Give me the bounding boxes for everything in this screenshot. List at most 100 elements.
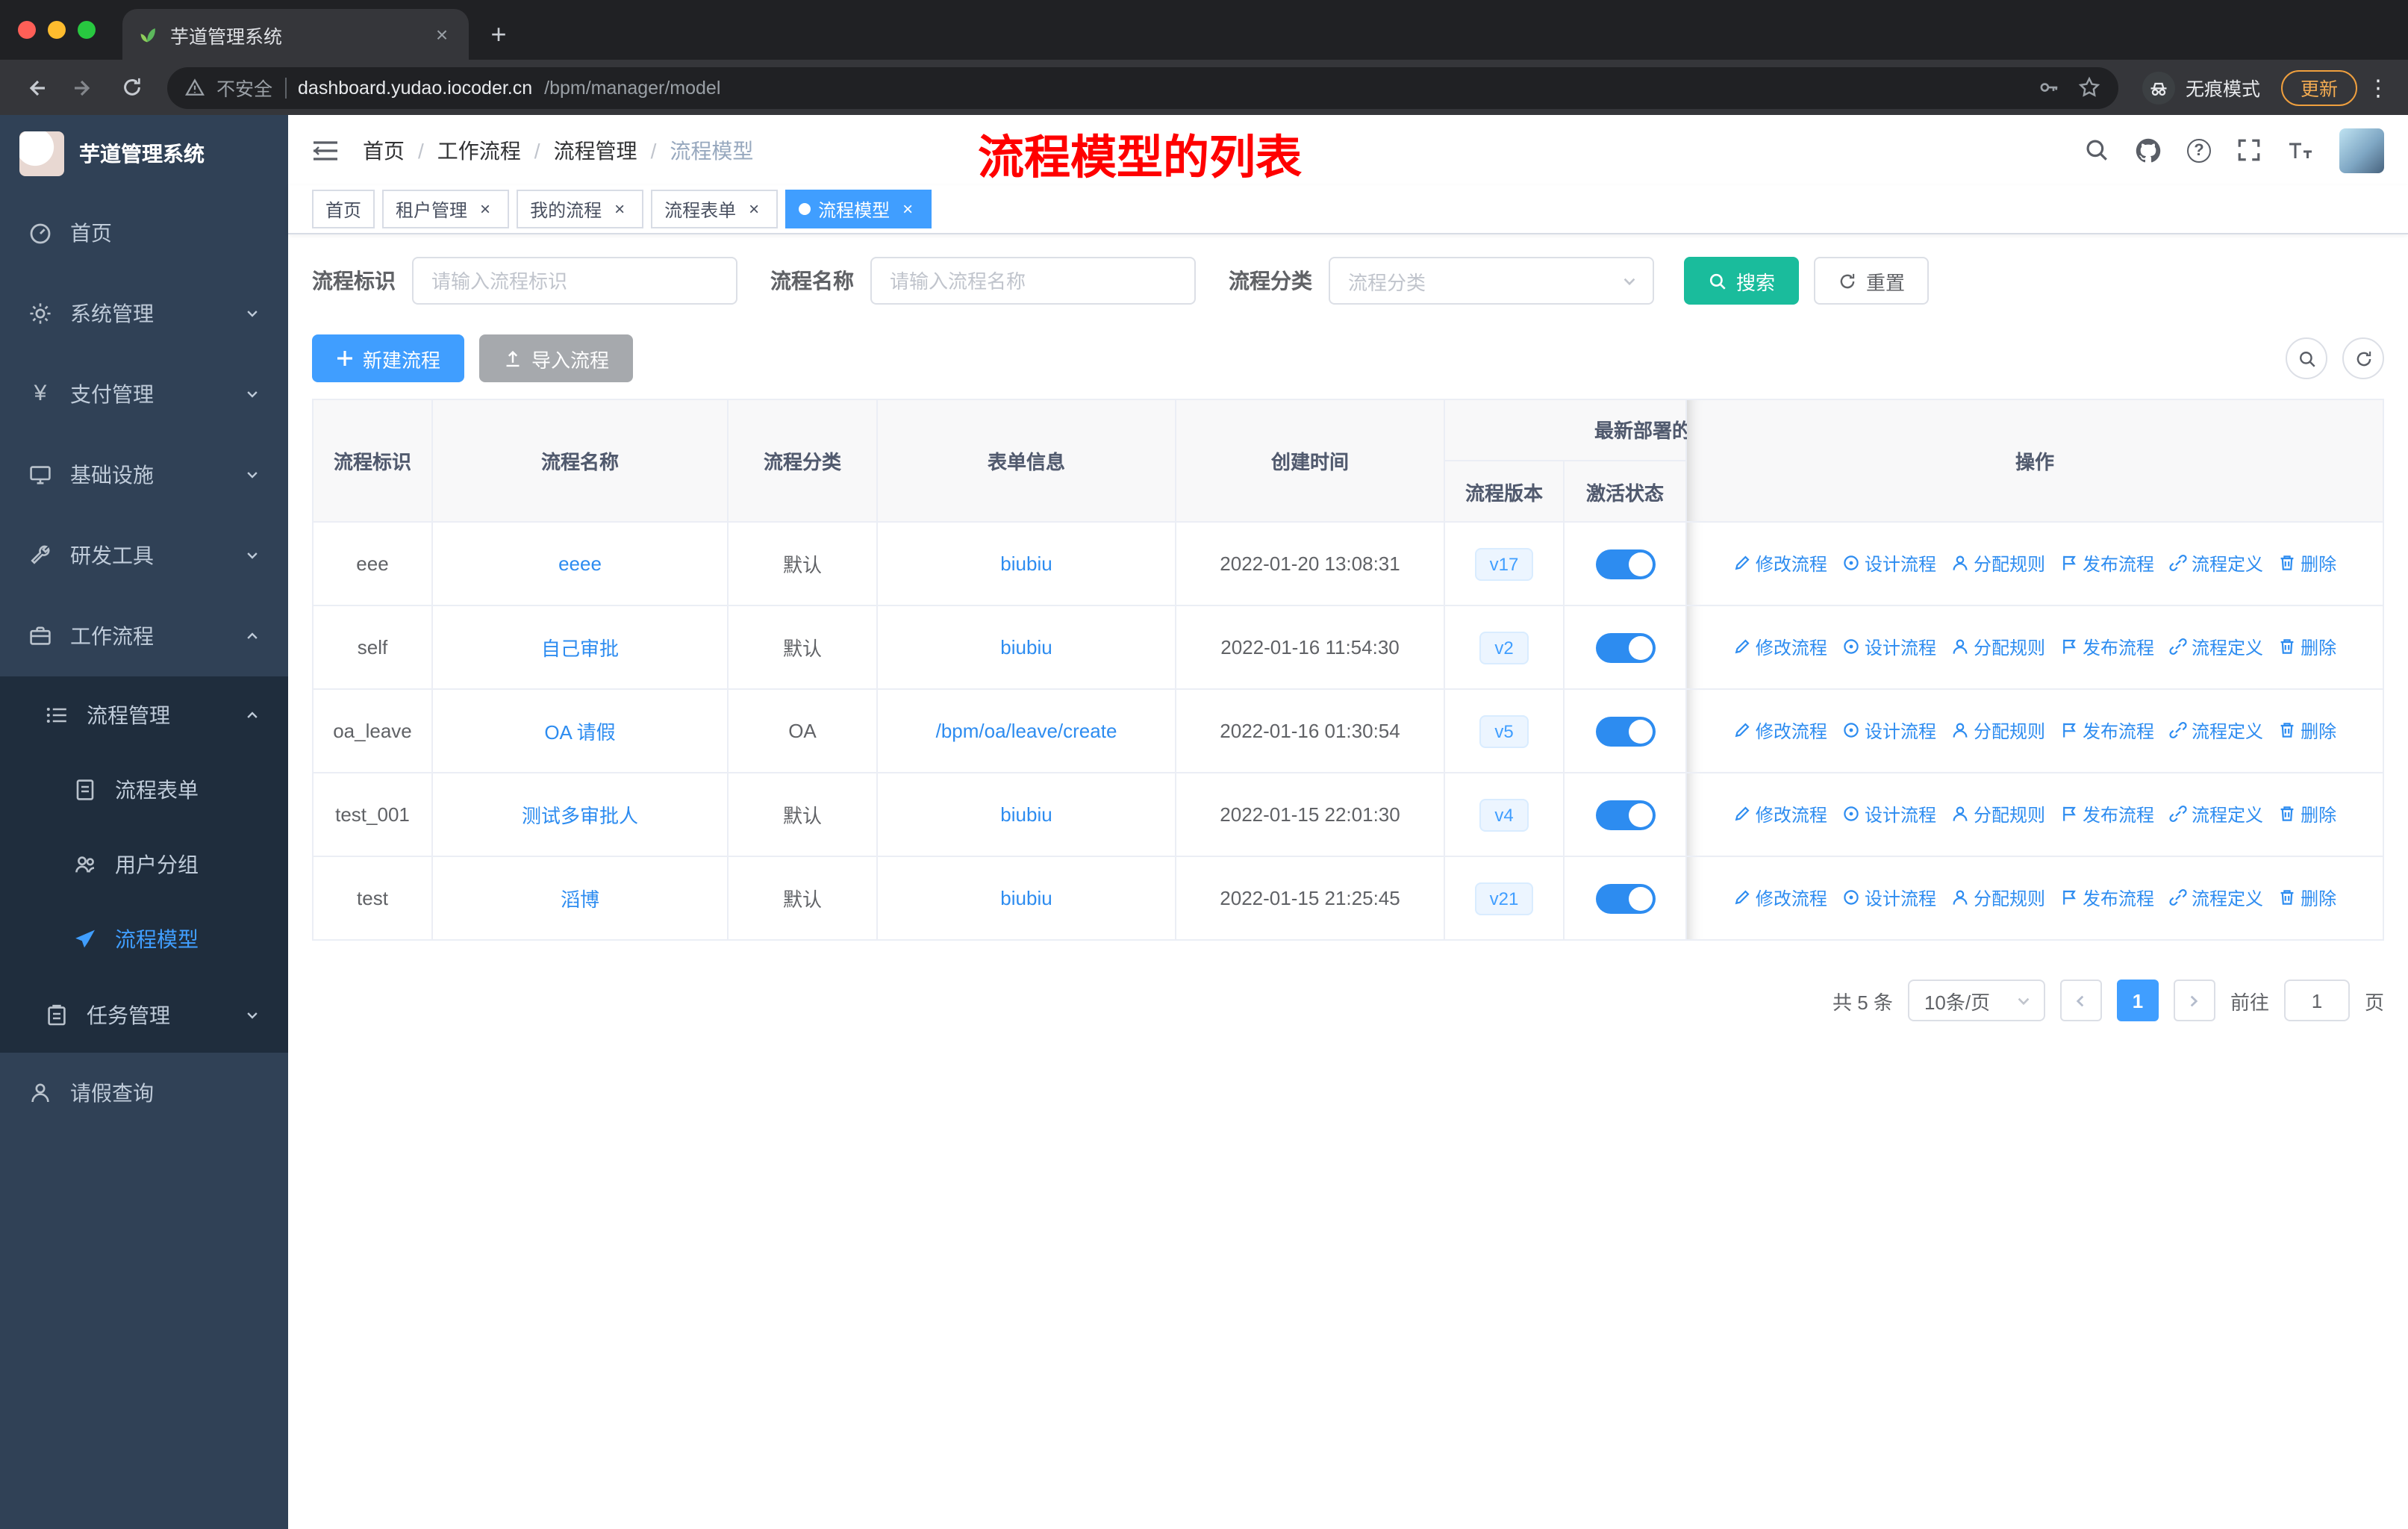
action-publish-process[interactable]: 发布流程 — [2060, 635, 2154, 660]
create-process-button[interactable]: 新建流程 — [312, 334, 465, 382]
bookmark-star-icon[interactable] — [2078, 76, 2100, 99]
sidebar-item-system[interactable]: 系统管理 — [0, 273, 288, 354]
action-design-process[interactable]: 设计流程 — [1842, 635, 1936, 660]
action-publish-process[interactable]: 发布流程 — [2060, 802, 2154, 827]
next-page-button[interactable] — [2173, 980, 2215, 1021]
action-publish-process[interactable]: 发布流程 — [2060, 885, 2154, 911]
action-assign-rule[interactable]: 分配规则 — [1951, 718, 2045, 744]
process-name-link[interactable]: eeee — [558, 552, 602, 575]
active-toggle[interactable] — [1595, 632, 1655, 662]
user-avatar[interactable] — [2339, 128, 2384, 172]
search-button[interactable]: 搜索 — [1684, 257, 1800, 305]
tag-process-form[interactable]: 流程表单 × — [651, 190, 779, 228]
process-name-link[interactable]: 测试多审批人 — [522, 805, 638, 827]
breadcrumb-item-home[interactable]: 首页 — [363, 135, 437, 165]
show-search-button[interactable] — [2286, 337, 2327, 379]
action-process-definition[interactable]: 流程定义 — [2169, 551, 2263, 576]
action-design-process[interactable]: 设计流程 — [1842, 885, 1936, 911]
close-icon[interactable]: × — [475, 199, 496, 219]
page-size-select[interactable]: 10条/页 — [1907, 980, 2045, 1021]
security-label[interactable]: 不安全 — [216, 73, 272, 102]
browser-menu-icon[interactable]: ⋮ — [2363, 74, 2393, 101]
key-icon[interactable] — [2038, 76, 2060, 99]
search-icon[interactable] — [2084, 137, 2109, 163]
process-name-link[interactable]: 滔博 — [561, 888, 599, 911]
action-delete[interactable]: 删除 — [2278, 718, 2336, 744]
import-process-button[interactable]: 导入流程 — [479, 334, 634, 382]
action-design-process[interactable]: 设计流程 — [1842, 802, 1936, 827]
fullscreen-icon[interactable] — [2236, 137, 2262, 163]
help-icon[interactable]: ? — [2187, 138, 2211, 162]
action-assign-rule[interactable]: 分配规则 — [1951, 551, 2045, 576]
sidebar-item-dev-tools[interactable]: 研发工具 — [0, 515, 288, 596]
action-design-process[interactable]: 设计流程 — [1842, 718, 1936, 744]
process-name-link[interactable]: 自己审批 — [541, 638, 619, 660]
reset-button[interactable]: 重置 — [1814, 257, 1930, 305]
process-name-input[interactable] — [870, 257, 1196, 305]
tab-close-icon[interactable]: × — [430, 22, 454, 46]
new-tab-button[interactable]: + — [478, 13, 520, 55]
form-info-link[interactable]: biubiu — [1000, 636, 1052, 658]
prev-page-button[interactable] — [2059, 980, 2102, 1021]
action-delete[interactable]: 删除 — [2278, 802, 2336, 827]
sidebar-item-home[interactable]: 首页 — [0, 193, 288, 273]
close-icon[interactable]: × — [609, 199, 630, 219]
sidebar-item-process-form[interactable]: 流程表单 — [0, 753, 288, 827]
forward-icon[interactable] — [63, 66, 105, 108]
action-publish-process[interactable]: 发布流程 — [2060, 551, 2154, 576]
github-icon[interactable] — [2135, 137, 2162, 164]
refresh-table-button[interactable] — [2342, 337, 2384, 379]
form-info-link[interactable]: /bpm/oa/leave/create — [936, 720, 1117, 742]
process-category-select[interactable]: 流程分类 — [1329, 257, 1654, 305]
browser-tab[interactable]: 芋道管理系统 × — [122, 9, 469, 60]
action-design-process[interactable]: 设计流程 — [1842, 551, 1936, 576]
close-window-button[interactable] — [18, 21, 36, 39]
sidebar-item-process-model[interactable]: 流程模型 — [0, 902, 288, 977]
active-toggle[interactable] — [1595, 883, 1655, 913]
sidebar-item-workflow[interactable]: 工作流程 — [0, 596, 288, 676]
goto-page-input[interactable] — [2283, 980, 2350, 1021]
action-assign-rule[interactable]: 分配规则 — [1951, 802, 2045, 827]
action-publish-process[interactable]: 发布流程 — [2060, 718, 2154, 744]
sidebar-item-payment[interactable]: ¥ 支付管理 — [0, 354, 288, 435]
page-number-current[interactable]: 1 — [2116, 980, 2159, 1021]
breadcrumb-item-process-management[interactable]: 流程管理 — [554, 135, 670, 165]
tag-process-model[interactable]: 流程模型 × — [785, 190, 932, 228]
process-id-input[interactable] — [412, 257, 737, 305]
action-assign-rule[interactable]: 分配规则 — [1951, 635, 2045, 660]
back-icon[interactable] — [15, 66, 57, 108]
sidebar-item-user-group[interactable]: 用户分组 — [0, 827, 288, 902]
action-process-definition[interactable]: 流程定义 — [2169, 885, 2263, 911]
tag-tenant-management[interactable]: 租户管理 × — [382, 190, 510, 228]
sidebar-item-process-management[interactable]: 流程管理 — [0, 676, 288, 753]
sidebar-item-leave-query[interactable]: 请假查询 — [0, 1053, 288, 1133]
active-toggle[interactable] — [1595, 800, 1655, 829]
zoom-window-button[interactable] — [78, 21, 96, 39]
action-delete[interactable]: 删除 — [2278, 551, 2336, 576]
action-assign-rule[interactable]: 分配规则 — [1951, 885, 2045, 911]
sidebar-item-task-management[interactable]: 任务管理 — [0, 977, 288, 1053]
sidebar-item-infrastructure[interactable]: 基础设施 — [0, 435, 288, 515]
update-browser-button[interactable]: 更新 — [2280, 69, 2357, 105]
minimize-window-button[interactable] — [48, 21, 66, 39]
action-edit-process[interactable]: 修改流程 — [1733, 885, 1827, 911]
action-edit-process[interactable]: 修改流程 — [1733, 802, 1827, 827]
action-process-definition[interactable]: 流程定义 — [2169, 635, 2263, 660]
address-bar[interactable]: 不安全 dashboard.yudao.iocoder.cn/bpm/manag… — [167, 66, 2118, 108]
active-toggle[interactable] — [1595, 716, 1655, 746]
tag-home[interactable]: 首页 — [312, 190, 375, 228]
form-info-link[interactable]: biubiu — [1000, 552, 1052, 575]
font-size-icon[interactable] — [2287, 138, 2314, 162]
close-icon[interactable]: × — [897, 199, 918, 219]
active-toggle[interactable] — [1595, 549, 1655, 579]
reload-icon[interactable] — [110, 66, 152, 108]
form-info-link[interactable]: biubiu — [1000, 887, 1052, 909]
action-edit-process[interactable]: 修改流程 — [1733, 718, 1827, 744]
tag-my-process[interactable]: 我的流程 × — [517, 190, 644, 228]
action-process-definition[interactable]: 流程定义 — [2169, 802, 2263, 827]
action-delete[interactable]: 删除 — [2278, 885, 2336, 911]
process-name-link[interactable]: OA 请假 — [544, 721, 615, 744]
sidebar-fold-icon[interactable] — [312, 138, 339, 162]
form-info-link[interactable]: biubiu — [1000, 803, 1052, 826]
action-edit-process[interactable]: 修改流程 — [1733, 635, 1827, 660]
